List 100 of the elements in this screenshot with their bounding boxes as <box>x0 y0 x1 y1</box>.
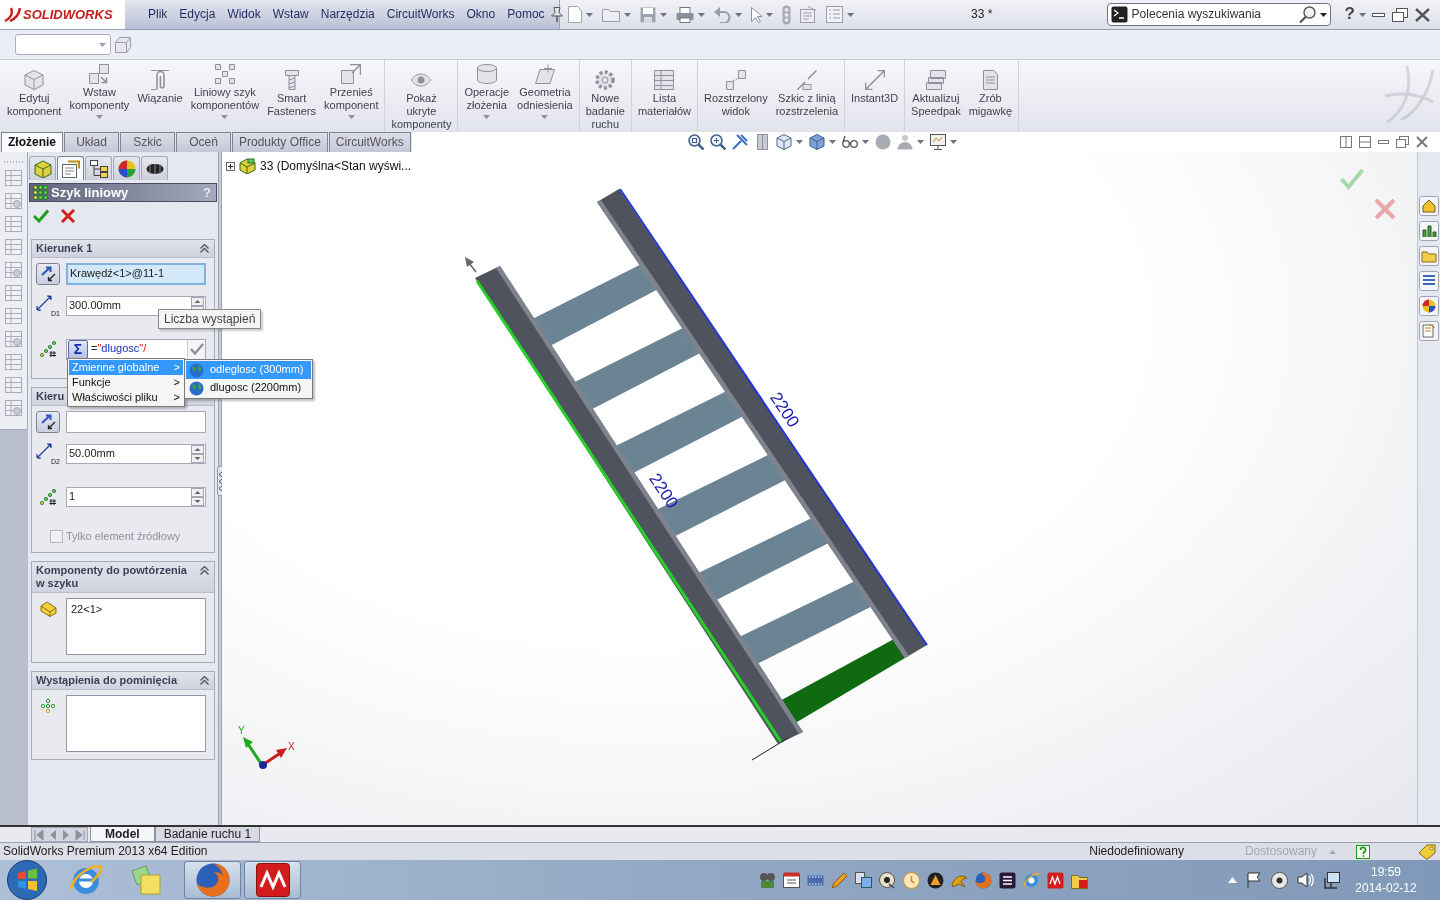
command-tab[interactable]: Układ <box>64 132 119 152</box>
checklist-icon[interactable] <box>826 6 843 23</box>
last-page-icon[interactable] <box>73 828 85 841</box>
expand-icon[interactable] <box>226 161 235 171</box>
up-arrow-icon[interactable] <box>1228 877 1237 883</box>
traffic-light-icon[interactable] <box>782 4 791 25</box>
command-tab[interactable]: Oceń <box>176 132 231 152</box>
taskbar-button[interactable] <box>184 861 241 899</box>
ribbon-button[interactable]: Operacje złożenia <box>460 60 514 132</box>
search-field[interactable]: Polecenia wyszukiwania <box>1131 7 1295 22</box>
minimize-icon[interactable] <box>1378 140 1389 144</box>
film-reel-icon[interactable] <box>759 871 776 889</box>
home-icon[interactable] <box>1419 196 1439 216</box>
printer-icon[interactable] <box>676 6 694 23</box>
speaker-icon[interactable] <box>1297 872 1314 888</box>
ribbon-button[interactable]: Liniowy szyk komponentów <box>186 60 264 132</box>
list-box[interactable] <box>66 695 206 753</box>
cursor-icon[interactable] <box>751 6 762 23</box>
triangle-circle-icon[interactable] <box>927 871 944 889</box>
menu-item[interactable]: Plik <box>142 7 174 22</box>
combo-box[interactable] <box>15 34 111 55</box>
menu-item[interactable]: CircuitWorks <box>380 7 461 22</box>
equation-button[interactable]: Σ <box>68 339 88 359</box>
confirm-button[interactable] <box>187 339 205 359</box>
document-tab[interactable]: Model <box>90 827 155 842</box>
disc-icon[interactable] <box>1271 871 1288 889</box>
help-button[interactable]: ? <box>1344 4 1355 25</box>
menu-item[interactable]: Pomoc <box>501 7 551 22</box>
folder-icon[interactable] <box>602 7 620 22</box>
glasses-icon[interactable] <box>841 134 858 150</box>
menu-item[interactable]: Edycja <box>173 7 222 22</box>
menu-item[interactable]: Widok <box>221 7 267 22</box>
ribbon-button[interactable]: Lista materiałów <box>633 60 696 132</box>
cancel-icon[interactable] <box>61 209 75 223</box>
pin-icon[interactable] <box>550 7 563 22</box>
disc-icon[interactable] <box>879 871 896 889</box>
tile-horizontal-icon[interactable] <box>1340 136 1352 148</box>
command-tab[interactable]: Produkty Office <box>232 132 328 152</box>
first-page-icon[interactable] <box>34 828 46 841</box>
close-icon[interactable] <box>1415 7 1430 22</box>
ribbon-button[interactable]: Rozstrzelony widok <box>700 60 772 132</box>
number-field[interactable]: 1 <box>66 487 206 507</box>
ribbon-button[interactable]: Wiązanie <box>133 60 187 132</box>
new-document-icon[interactable] <box>568 6 582 23</box>
spin-buttons-icon[interactable] <box>191 488 204 506</box>
chart-icon[interactable] <box>1419 221 1439 241</box>
ribbon-button[interactable]: Wstaw komponenty <box>65 60 134 132</box>
cube-icon[interactable] <box>775 134 792 150</box>
start-orb-icon[interactable] <box>7 860 47 900</box>
zoom-fit-icon[interactable] <box>687 134 704 150</box>
ribbon-button[interactable]: Nowe badanie ruchu <box>581 60 629 132</box>
collapse-icon[interactable] <box>200 566 209 576</box>
zigzag-tile-icon[interactable] <box>1047 871 1064 889</box>
document-tab[interactable]: Badanie ruchu 1 <box>154 827 261 842</box>
panel-tab[interactable] <box>57 156 84 180</box>
search-icon[interactable] <box>1298 6 1316 23</box>
list-icon[interactable] <box>1419 271 1439 291</box>
direction-button[interactable] <box>36 263 60 285</box>
ribbon-button[interactable]: Zrób migawkę <box>964 60 1017 132</box>
note-icon[interactable] <box>1419 321 1439 341</box>
taskbar-button[interactable] <box>244 861 301 899</box>
browser-e-icon[interactable] <box>69 864 103 896</box>
number-field[interactable]: 50.00mm <box>66 444 206 464</box>
shaded-cube-icon[interactable] <box>808 134 825 150</box>
minimize-icon[interactable] <box>1372 12 1385 17</box>
pencil-icon[interactable] <box>831 871 848 889</box>
network-icon[interactable] <box>1323 871 1340 889</box>
selection-field[interactable] <box>66 411 206 433</box>
list-box[interactable]: 22<1> <box>66 598 206 656</box>
collapse-icon[interactable] <box>200 676 209 686</box>
command-tab[interactable]: Złożenie <box>1 132 63 152</box>
panel-tab[interactable] <box>141 156 168 180</box>
list-item[interactable]: 22<1> <box>71 603 201 617</box>
zoom-area-icon[interactable] <box>709 134 726 150</box>
ribbon-button[interactable]: Instant3D <box>847 60 903 132</box>
direction-button[interactable] <box>36 411 60 433</box>
diagonal-lines-icon[interactable] <box>731 134 748 150</box>
folder-icon[interactable] <box>1419 246 1439 266</box>
ribbon-button[interactable]: Smart Fasteners <box>263 60 321 132</box>
person-icon[interactable] <box>896 134 913 150</box>
tile-vertical-icon[interactable] <box>1359 136 1371 148</box>
collapse-icon[interactable] <box>200 244 209 253</box>
monitor-icon[interactable] <box>929 134 946 150</box>
panel-tab[interactable] <box>85 156 112 180</box>
notes-icon[interactable] <box>129 865 163 895</box>
close-icon[interactable] <box>1416 136 1428 148</box>
menu-item[interactable]: dlugosc (2200mm) <box>186 379 311 397</box>
ribbon-button[interactable]: Geometria odniesienia <box>513 60 577 132</box>
browser-e-icon[interactable] <box>1023 871 1040 889</box>
undo-icon[interactable] <box>714 6 731 23</box>
tree-item-label[interactable]: 33 (Domyślna<Stan wyświ... <box>260 158 412 174</box>
windows-icon[interactable] <box>855 871 872 889</box>
ribbon-button[interactable]: Przenieś komponent <box>320 60 383 132</box>
restore-icon[interactable] <box>1392 7 1408 22</box>
panel-tab[interactable] <box>113 156 140 180</box>
calendar-icon[interactable] <box>783 871 800 889</box>
menu-item[interactable]: Wstaw <box>266 7 315 22</box>
menu-item[interactable]: Właściwości pliku > <box>69 390 183 405</box>
clock-icon[interactable] <box>903 871 920 889</box>
tag-icon[interactable] <box>1418 843 1436 860</box>
